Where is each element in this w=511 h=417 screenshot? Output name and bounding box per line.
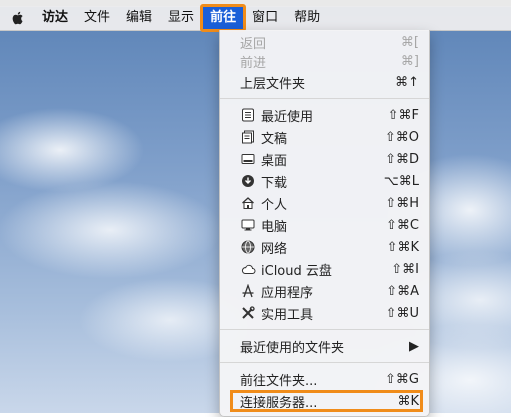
network-icon xyxy=(240,239,256,255)
menu-bar: 访达 文件 编辑 显示 前往 窗口 帮助 xyxy=(0,4,511,32)
documents-icon xyxy=(240,129,256,145)
menu-view[interactable]: 显示 xyxy=(160,6,202,30)
menu-item-applications[interactable]: 应用程序 ⇧⌘A xyxy=(220,280,429,302)
utilities-icon xyxy=(240,305,256,321)
desktop-icon xyxy=(240,151,256,167)
home-icon xyxy=(240,195,256,211)
menu-item-forward: 前进 ⌘] xyxy=(240,54,419,71)
menu-item-icloud-drive[interactable]: iCloud 云盘 ⇧⌘I xyxy=(220,258,429,280)
menu-item-recent-folders[interactable]: 最近使用的文件夹 ▶ xyxy=(220,335,429,357)
menu-item-network[interactable]: 网络 ⇧⌘K xyxy=(220,236,429,258)
downloads-icon xyxy=(240,173,256,189)
go-menu-dropdown: 返回 ⌘[ 前进 ⌘] 上层文件夹 ⌘↑ 最近使用 ⇧⌘F 文稿 ⇧⌘O 桌面 … xyxy=(219,30,430,417)
menu-item-utilities[interactable]: 实用工具 ⇧⌘U xyxy=(220,302,429,324)
menu-item-connect-to-server[interactable]: 连接服务器... ⌘K xyxy=(230,390,423,412)
apple-icon[interactable] xyxy=(10,10,26,26)
submenu-arrow-icon: ▶ xyxy=(409,338,419,354)
menu-item-recents[interactable]: 最近使用 ⇧⌘F xyxy=(220,104,429,126)
menu-finder[interactable]: 访达 xyxy=(34,6,76,30)
menu-separator xyxy=(220,329,429,330)
recents-icon xyxy=(240,107,256,123)
menu-separator xyxy=(220,98,429,99)
menu-go[interactable]: 前往 xyxy=(200,4,247,32)
menu-item-home[interactable]: 个人 ⇧⌘H xyxy=(220,192,429,214)
computer-icon xyxy=(240,217,256,233)
menu-separator xyxy=(220,362,429,363)
menu-item-back: 返回 ⌘[ xyxy=(240,35,419,52)
menu-file[interactable]: 文件 xyxy=(76,6,118,30)
menu-help[interactable]: 帮助 xyxy=(286,6,328,30)
menu-item-go-to-folder[interactable]: 前往文件夹... ⇧⌘G xyxy=(220,368,429,390)
applications-icon xyxy=(240,283,256,299)
menu-item-desktop[interactable]: 桌面 ⇧⌘D xyxy=(220,148,429,170)
icloud-icon xyxy=(240,261,256,277)
menu-item-enclosing-folder[interactable]: 上层文件夹 ⌘↑ xyxy=(220,71,429,93)
menu-item-downloads[interactable]: 下载 ⌥⌘L xyxy=(220,170,429,192)
menu-window[interactable]: 窗口 xyxy=(244,6,286,30)
menu-item-computer[interactable]: 电脑 ⇧⌘C xyxy=(220,214,429,236)
menu-edit[interactable]: 编辑 xyxy=(118,6,160,30)
menu-item-documents[interactable]: 文稿 ⇧⌘O xyxy=(220,126,429,148)
